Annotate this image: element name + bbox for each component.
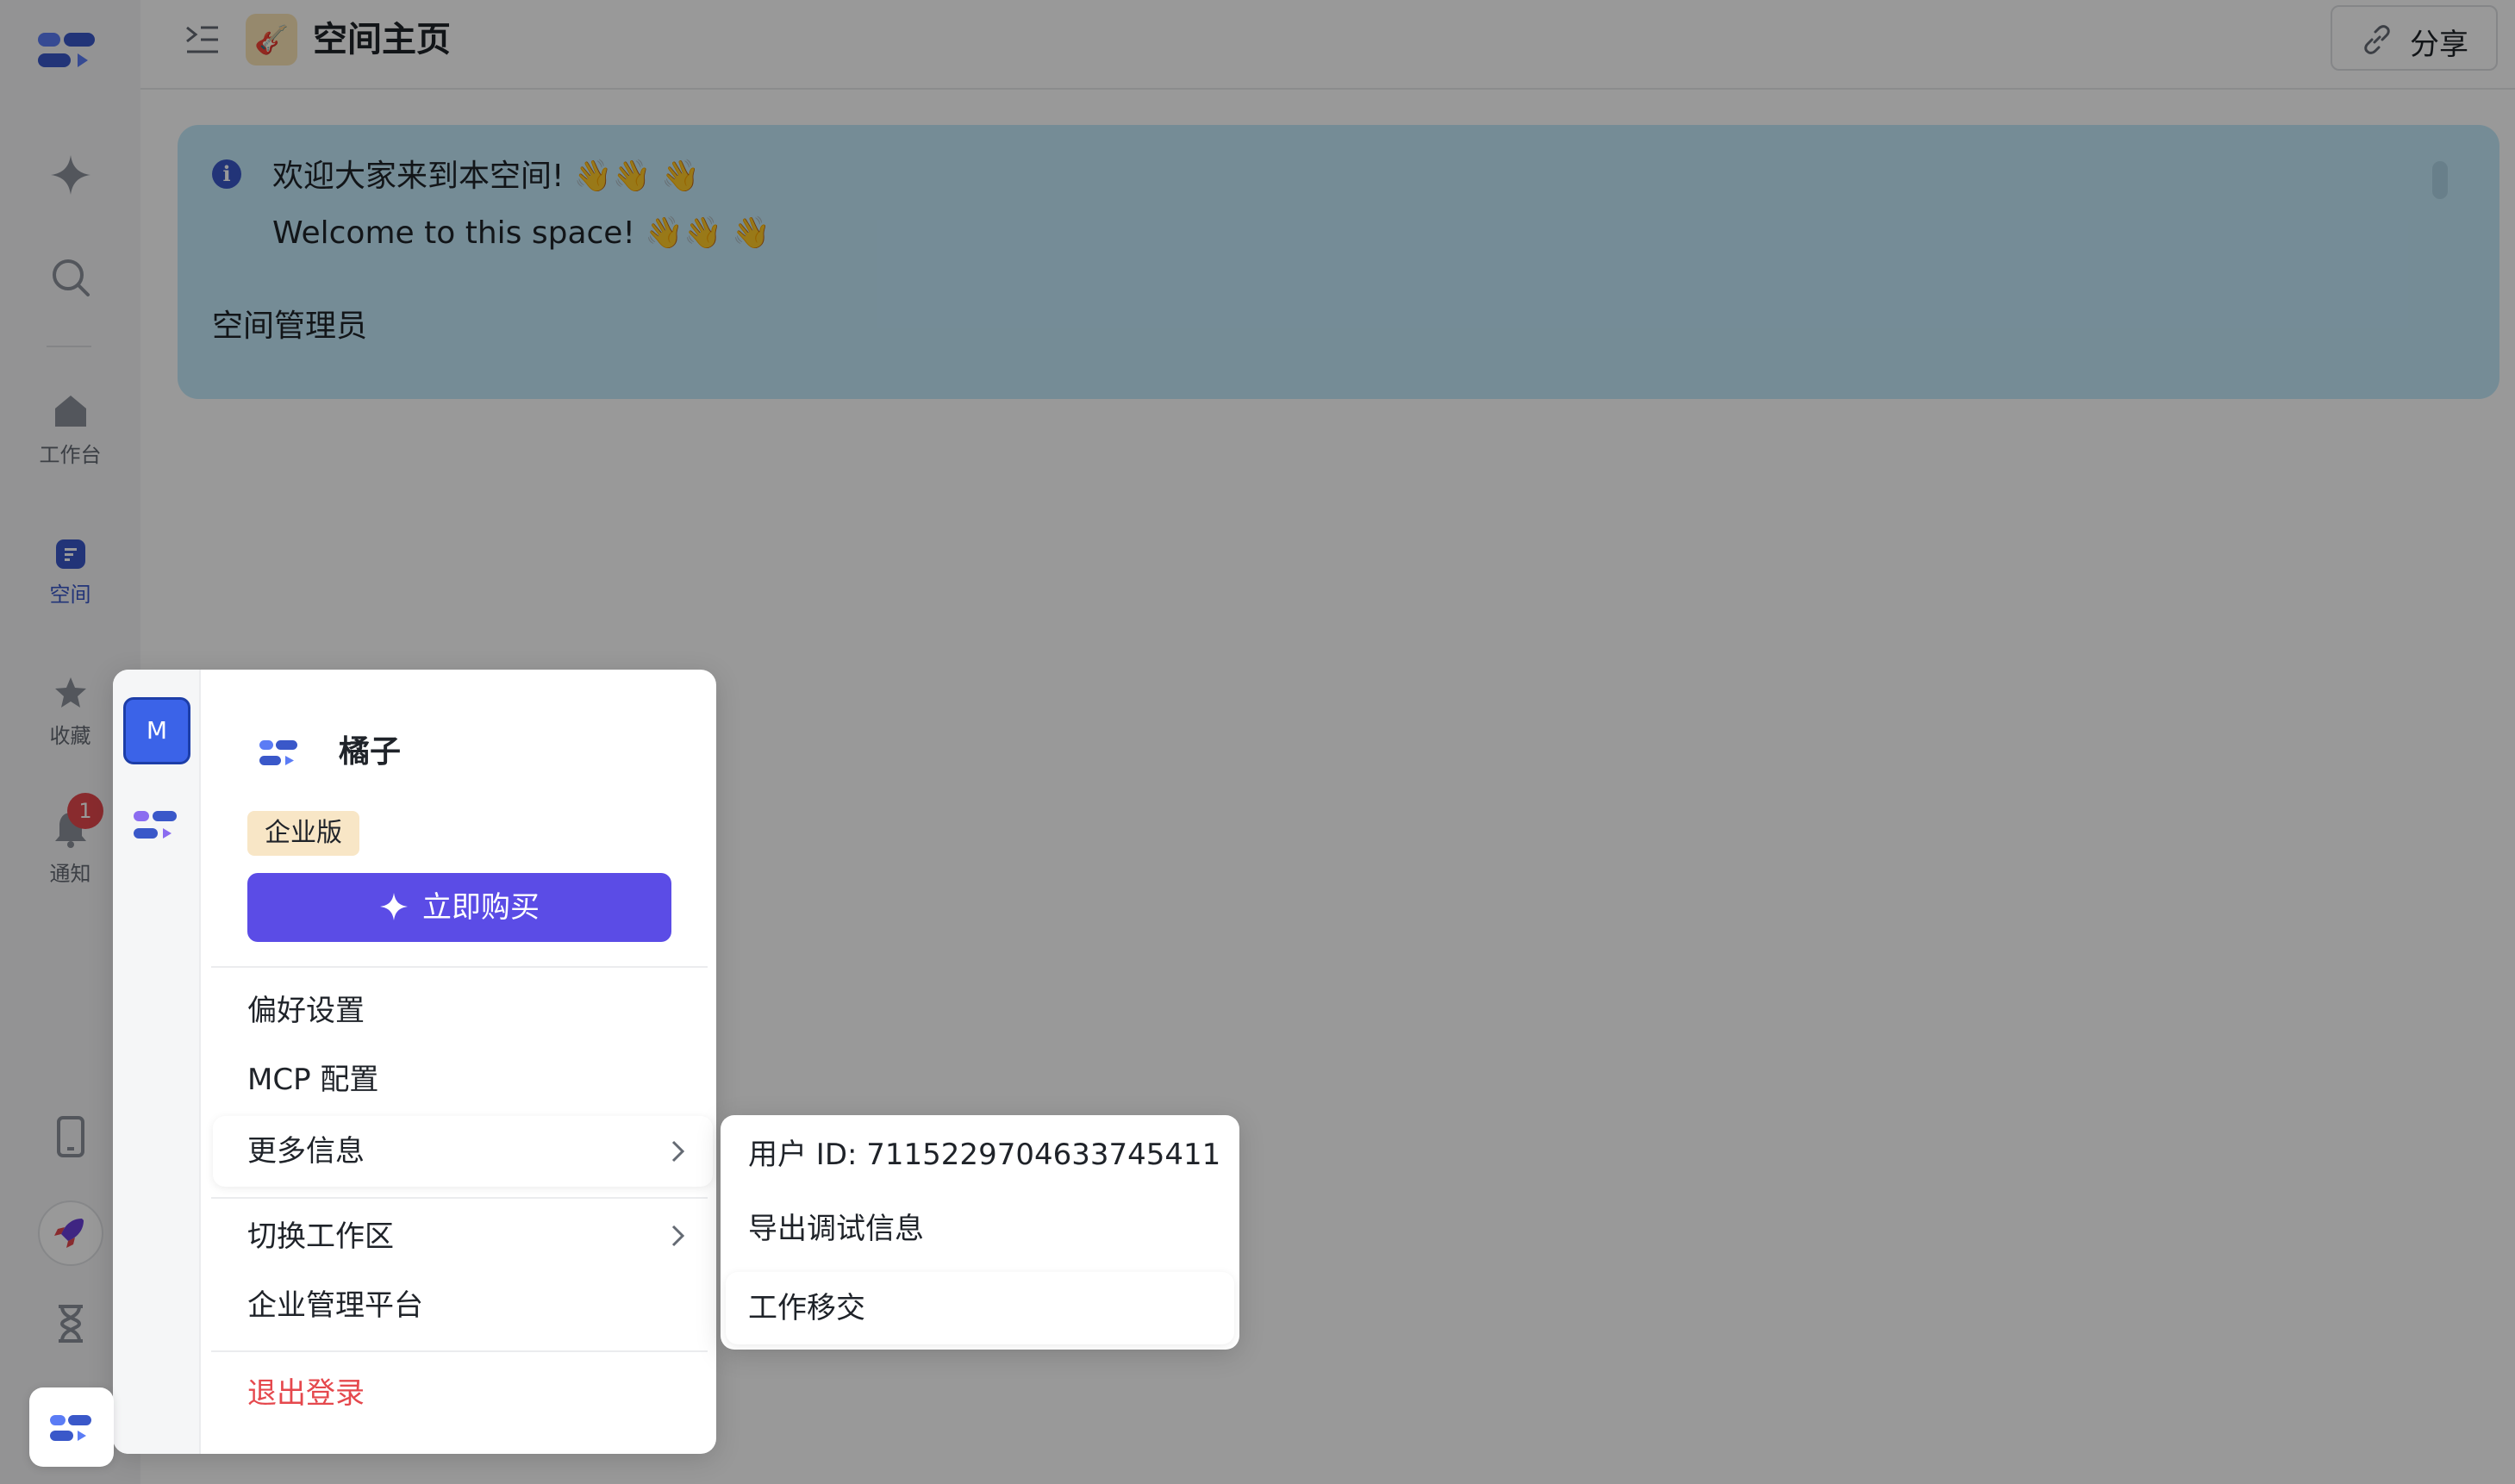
edition-badge: 企业版 <box>247 811 359 856</box>
menu-item-admin-platform[interactable]: 企业管理平台 <box>247 1285 423 1326</box>
workspace-logo-icon[interactable] <box>134 809 178 844</box>
menu-item-switch-workspace[interactable]: 切换工作区 <box>247 1216 394 1257</box>
export-debug-item[interactable]: 导出调试信息 <box>748 1208 924 1250</box>
chevron-right-icon <box>671 1225 685 1247</box>
menu-item-logout[interactable]: 退出登录 <box>247 1373 365 1414</box>
app-switcher-button[interactable] <box>29 1387 114 1467</box>
chevron-right-icon <box>671 1140 685 1163</box>
app-logo-icon <box>50 1415 91 1441</box>
account-menu: M 橘子 企业版 立即购买 偏好设置 MCP 配置 更多信息 切换工作区 企业管… <box>113 670 716 1454</box>
menu-divider <box>211 966 708 968</box>
workspace-avatar[interactable]: M <box>123 697 190 764</box>
menu-item-label: 更多信息 <box>247 1134 365 1169</box>
menu-divider <box>211 1197 708 1199</box>
menu-item-more-info[interactable]: 更多信息 <box>213 1116 713 1187</box>
user-id-item[interactable]: 用户 ID: 7115229704633745411 <box>748 1134 1220 1175</box>
org-name: 橘子 <box>339 734 402 770</box>
buy-now-button[interactable]: 立即购买 <box>247 873 671 942</box>
menu-item-preferences[interactable]: 偏好设置 <box>247 990 365 1032</box>
workspace-switcher-column: M <box>113 670 201 1454</box>
menu-item-mcp-config[interactable]: MCP 配置 <box>247 1059 378 1101</box>
org-logo-icon <box>259 740 297 765</box>
work-handover-item[interactable]: 工作移交 <box>726 1272 1234 1344</box>
work-handover-label: 工作移交 <box>748 1291 865 1325</box>
buy-now-label: 立即购买 <box>422 890 540 925</box>
sparkle-icon <box>380 892 408 920</box>
menu-divider <box>211 1350 708 1352</box>
more-info-submenu: 用户 ID: 7115229704633745411 导出调试信息 工作移交 <box>721 1115 1239 1350</box>
